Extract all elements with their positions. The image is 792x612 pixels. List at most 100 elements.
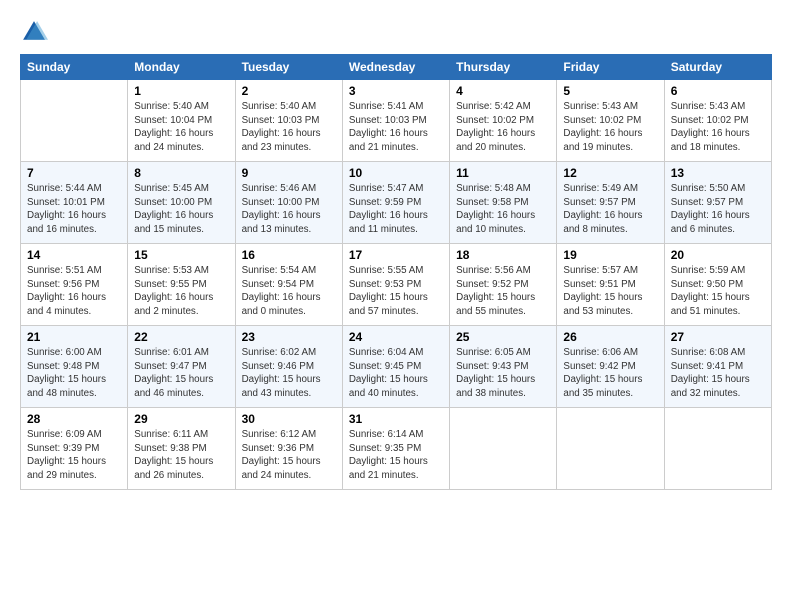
- day-info: Sunrise: 5:57 AMSunset: 9:51 PMDaylight:…: [563, 264, 657, 319]
- calendar-cell: 17 Sunrise: 5:55 AMSunset: 9:53 PMDayligh…: [342, 244, 449, 326]
- day-number: 1: [134, 84, 228, 98]
- day-number: 7: [27, 166, 121, 180]
- col-header-tuesday: Tuesday: [235, 55, 342, 80]
- calendar-cell: 1 Sunrise: 5:40 AMSunset: 10:04 PMDayligh…: [128, 80, 235, 162]
- day-info: Sunrise: 5:48 AMSunset: 9:58 PMDaylight:…: [456, 182, 550, 237]
- calendar-cell: 21 Sunrise: 6:00 AMSunset: 9:48 PMDayligh…: [21, 326, 128, 408]
- day-info: Sunrise: 5:40 AMSunset: 10:04 PMDaylight…: [134, 100, 228, 155]
- day-info: Sunrise: 5:59 AMSunset: 9:50 PMDaylight:…: [671, 264, 765, 319]
- calendar-cell: 15Sunrise: 5:53 AMSunset: 9:55 PMDayligh…: [128, 244, 235, 326]
- col-header-wednesday: Wednesday: [342, 55, 449, 80]
- calendar-cell: [21, 80, 128, 162]
- day-info: Sunrise: 5:55 AMSunset: 9:53 PMDaylight:…: [349, 264, 443, 319]
- day-number: 21: [27, 330, 121, 344]
- day-number: 12: [563, 166, 657, 180]
- day-info: Sunrise: 5:41 AMSunset: 10:03 PMDaylight…: [349, 100, 443, 155]
- calendar-cell: 27 Sunrise: 6:08 AMSunset: 9:41 PMDayligh…: [664, 326, 771, 408]
- day-number: 31: [349, 412, 443, 426]
- day-info: Sunrise: 5:56 AMSunset: 9:52 PMDaylight:…: [456, 264, 550, 319]
- calendar-cell: 30 Sunrise: 6:12 AMSunset: 9:36 PMDayligh…: [235, 408, 342, 490]
- col-header-monday: Monday: [128, 55, 235, 80]
- calendar-cell: 3 Sunrise: 5:41 AMSunset: 10:03 PMDayligh…: [342, 80, 449, 162]
- day-number: 20: [671, 248, 765, 262]
- calendar-cell: 4 Sunrise: 5:42 AMSunset: 10:02 PMDayligh…: [450, 80, 557, 162]
- day-info: Sunrise: 6:02 AMSunset: 9:46 PMDaylight:…: [242, 346, 336, 401]
- week-row-3: 14Sunrise: 5:51 AMSunset: 9:56 PMDayligh…: [21, 244, 772, 326]
- calendar-cell: 5 Sunrise: 5:43 AMSunset: 10:02 PMDayligh…: [557, 80, 664, 162]
- calendar-cell: 6 Sunrise: 5:43 AMSunset: 10:02 PMDayligh…: [664, 80, 771, 162]
- calendar-header-row: SundayMondayTuesdayWednesdayThursdayFrid…: [21, 55, 772, 80]
- calendar-table: SundayMondayTuesdayWednesdayThursdayFrid…: [20, 54, 772, 490]
- day-info: Sunrise: 6:14 AMSunset: 9:35 PMDaylight:…: [349, 428, 443, 483]
- calendar-cell: 28Sunrise: 6:09 AMSunset: 9:39 PMDayligh…: [21, 408, 128, 490]
- day-number: 29: [134, 412, 228, 426]
- calendar-cell: [557, 408, 664, 490]
- day-info: Sunrise: 5:45 AMSunset: 10:00 PMDaylight…: [134, 182, 228, 237]
- page: SundayMondayTuesdayWednesdayThursdayFrid…: [0, 0, 792, 612]
- calendar-cell: [664, 408, 771, 490]
- day-info: Sunrise: 5:40 AMSunset: 10:03 PMDaylight…: [242, 100, 336, 155]
- day-info: Sunrise: 6:00 AMSunset: 9:48 PMDaylight:…: [27, 346, 121, 401]
- col-header-friday: Friday: [557, 55, 664, 80]
- day-number: 23: [242, 330, 336, 344]
- day-number: 24: [349, 330, 443, 344]
- day-info: Sunrise: 6:05 AMSunset: 9:43 PMDaylight:…: [456, 346, 550, 401]
- calendar-cell: 18 Sunrise: 5:56 AMSunset: 9:52 PMDayligh…: [450, 244, 557, 326]
- calendar-cell: 12 Sunrise: 5:49 AMSunset: 9:57 PMDayligh…: [557, 162, 664, 244]
- calendar-cell: 10 Sunrise: 5:47 AMSunset: 9:59 PMDayligh…: [342, 162, 449, 244]
- day-info: Sunrise: 5:42 AMSunset: 10:02 PMDaylight…: [456, 100, 550, 155]
- day-number: 4: [456, 84, 550, 98]
- day-info: Sunrise: 5:49 AMSunset: 9:57 PMDaylight:…: [563, 182, 657, 237]
- day-info: Sunrise: 5:54 AMSunset: 9:54 PMDaylight:…: [242, 264, 336, 319]
- day-number: 5: [563, 84, 657, 98]
- calendar-cell: 9 Sunrise: 5:46 AMSunset: 10:00 PMDayligh…: [235, 162, 342, 244]
- day-number: 15: [134, 248, 228, 262]
- calendar-cell: 24 Sunrise: 6:04 AMSunset: 9:45 PMDayligh…: [342, 326, 449, 408]
- day-number: 19: [563, 248, 657, 262]
- day-number: 22: [134, 330, 228, 344]
- day-info: Sunrise: 5:43 AMSunset: 10:02 PMDaylight…: [563, 100, 657, 155]
- day-number: 25: [456, 330, 550, 344]
- calendar-cell: 29Sunrise: 6:11 AMSunset: 9:38 PMDayligh…: [128, 408, 235, 490]
- day-number: 17: [349, 248, 443, 262]
- week-row-2: 7 Sunrise: 5:44 AMSunset: 10:01 PMDayligh…: [21, 162, 772, 244]
- calendar-cell: 26Sunrise: 6:06 AMSunset: 9:42 PMDayligh…: [557, 326, 664, 408]
- day-number: 27: [671, 330, 765, 344]
- day-number: 30: [242, 412, 336, 426]
- day-number: 18: [456, 248, 550, 262]
- day-number: 6: [671, 84, 765, 98]
- week-row-4: 21 Sunrise: 6:00 AMSunset: 9:48 PMDayligh…: [21, 326, 772, 408]
- day-info: Sunrise: 5:43 AMSunset: 10:02 PMDaylight…: [671, 100, 765, 155]
- logo-icon: [20, 18, 48, 46]
- day-number: 3: [349, 84, 443, 98]
- col-header-saturday: Saturday: [664, 55, 771, 80]
- calendar-cell: 23 Sunrise: 6:02 AMSunset: 9:46 PMDayligh…: [235, 326, 342, 408]
- day-number: 26: [563, 330, 657, 344]
- calendar-cell: 11Sunrise: 5:48 AMSunset: 9:58 PMDayligh…: [450, 162, 557, 244]
- day-info: Sunrise: 5:47 AMSunset: 9:59 PMDaylight:…: [349, 182, 443, 237]
- header: [20, 18, 772, 46]
- day-info: Sunrise: 5:51 AMSunset: 9:56 PMDaylight:…: [27, 264, 121, 319]
- week-row-5: 28Sunrise: 6:09 AMSunset: 9:39 PMDayligh…: [21, 408, 772, 490]
- day-info: Sunrise: 5:50 AMSunset: 9:57 PMDaylight:…: [671, 182, 765, 237]
- calendar-cell: [450, 408, 557, 490]
- week-row-1: 1 Sunrise: 5:40 AMSunset: 10:04 PMDayligh…: [21, 80, 772, 162]
- day-info: Sunrise: 5:44 AMSunset: 10:01 PMDaylight…: [27, 182, 121, 237]
- calendar-cell: 2 Sunrise: 5:40 AMSunset: 10:03 PMDayligh…: [235, 80, 342, 162]
- day-number: 16: [242, 248, 336, 262]
- day-info: Sunrise: 6:12 AMSunset: 9:36 PMDaylight:…: [242, 428, 336, 483]
- calendar-cell: 16 Sunrise: 5:54 AMSunset: 9:54 PMDayligh…: [235, 244, 342, 326]
- calendar-cell: 25 Sunrise: 6:05 AMSunset: 9:43 PMDayligh…: [450, 326, 557, 408]
- day-number: 9: [242, 166, 336, 180]
- day-number: 8: [134, 166, 228, 180]
- day-number: 2: [242, 84, 336, 98]
- calendar-cell: 8 Sunrise: 5:45 AMSunset: 10:00 PMDayligh…: [128, 162, 235, 244]
- calendar-cell: 7 Sunrise: 5:44 AMSunset: 10:01 PMDayligh…: [21, 162, 128, 244]
- day-info: Sunrise: 6:08 AMSunset: 9:41 PMDaylight:…: [671, 346, 765, 401]
- day-info: Sunrise: 5:46 AMSunset: 10:00 PMDaylight…: [242, 182, 336, 237]
- day-info: Sunrise: 6:01 AMSunset: 9:47 PMDaylight:…: [134, 346, 228, 401]
- col-header-sunday: Sunday: [21, 55, 128, 80]
- day-info: Sunrise: 6:04 AMSunset: 9:45 PMDaylight:…: [349, 346, 443, 401]
- day-number: 10: [349, 166, 443, 180]
- col-header-thursday: Thursday: [450, 55, 557, 80]
